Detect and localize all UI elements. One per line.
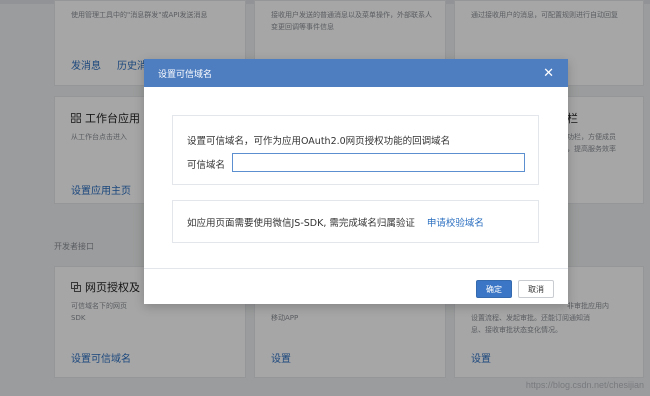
confirm-button[interactable]: 确定	[476, 280, 512, 298]
trusted-domain-input[interactable]	[232, 153, 525, 172]
dialog-header: 设置可信域名 ✕	[144, 59, 568, 87]
jssdk-description: 如应用页面需要使用微信JS-SDK, 需完成域名归属验证	[187, 218, 415, 229]
close-icon[interactable]: ✕	[543, 67, 554, 80]
dialog-footer-divider	[144, 268, 568, 269]
domain-panel: 设置可信域名，可作为应用OAuth2.0网页授权功能的回调域名 可信域名	[172, 115, 539, 185]
jssdk-text: 如应用页面需要使用微信JS-SDK, 需完成域名归属验证 申请校验域名	[187, 215, 484, 229]
trusted-domain-dialog: 设置可信域名 ✕ 设置可信域名，可作为应用OAuth2.0网页授权功能的回调域名…	[144, 59, 568, 304]
trusted-domain-label: 可信域名	[187, 160, 226, 171]
dialog-title: 设置可信域名	[158, 69, 213, 80]
apply-verify-domain-link[interactable]: 申请校验域名	[427, 218, 484, 229]
jssdk-panel: 如应用页面需要使用微信JS-SDK, 需完成域名归属验证 申请校验域名	[172, 200, 539, 243]
domain-description: 设置可信域名，可作为应用OAuth2.0网页授权功能的回调域名	[187, 136, 451, 147]
cancel-button[interactable]: 取消	[518, 280, 554, 298]
